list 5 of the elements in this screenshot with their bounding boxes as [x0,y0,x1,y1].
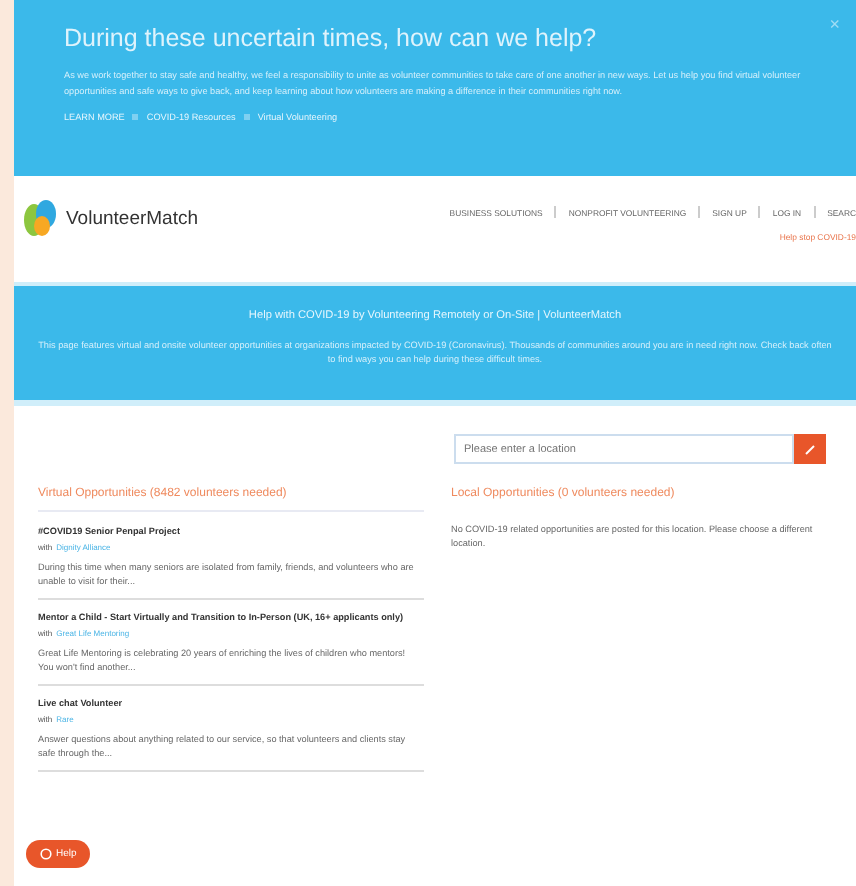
logo-icon [22,196,62,240]
pencil-icon [804,443,816,455]
alert-title: During these uncertain times, how can we help? [64,24,597,52]
search-button[interactable] [794,434,826,464]
logo-text: VolunteerMatch [66,207,199,229]
